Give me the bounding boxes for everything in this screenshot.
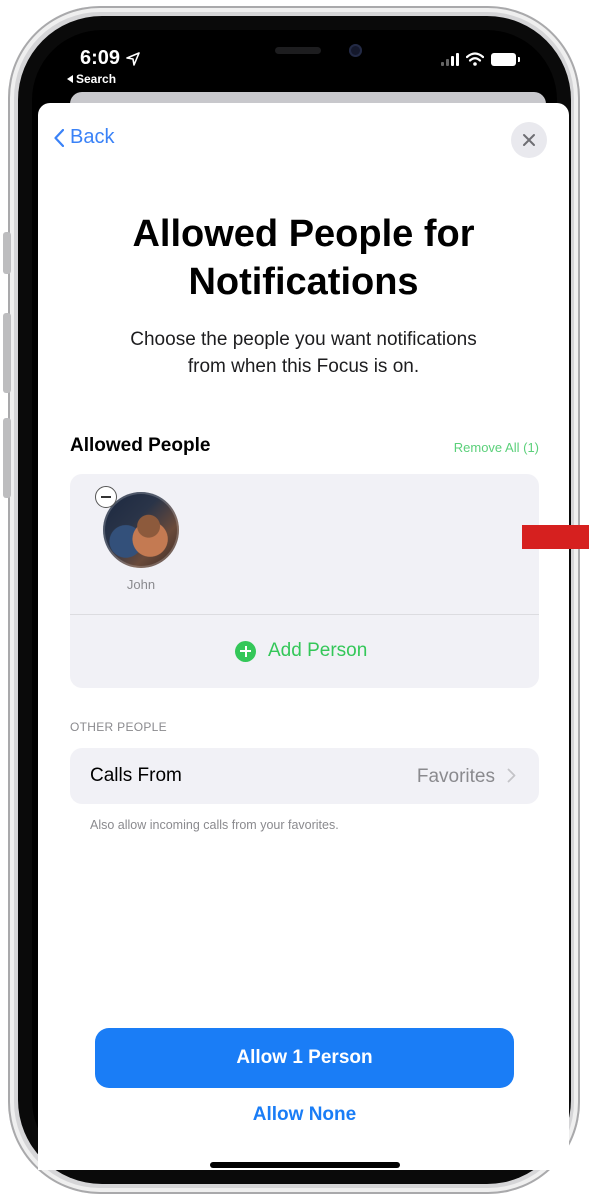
remove-person-button[interactable] <box>95 486 117 508</box>
annotation-marker <box>522 525 589 549</box>
chevron-right-icon <box>507 768 516 783</box>
home-indicator[interactable] <box>210 1162 400 1168</box>
battery-icon <box>491 52 520 66</box>
calls-from-value: Favorites <box>416 766 495 787</box>
location-arrow-icon <box>126 51 140 66</box>
page-subtitle: Choose the people you want notifications… <box>88 326 519 380</box>
allow-people-button[interactable]: Allow 1 Person <box>95 1028 514 1088</box>
side-button <box>3 418 11 498</box>
chevron-left-icon <box>54 128 64 147</box>
back-triangle-icon <box>67 75 73 83</box>
page-title-line: Notifications <box>188 261 419 303</box>
speaker-grille <box>275 47 321 54</box>
calls-from-label: Calls From <box>90 765 182 786</box>
side-button <box>3 232 11 274</box>
page-subtitle-line: from when this Focus is on. <box>187 356 420 377</box>
notch <box>237 36 385 68</box>
back-to-app-label: Search <box>76 72 117 86</box>
page-subtitle-line: Choose the people you want notifications <box>130 329 477 350</box>
status-icons <box>441 52 520 66</box>
minus-icon <box>101 496 111 498</box>
person-name: John <box>126 577 156 592</box>
front-camera <box>349 44 362 57</box>
page-title: Allowed People for Notifications <box>38 210 569 306</box>
wifi-icon <box>466 52 484 66</box>
close-button[interactable] <box>511 122 547 158</box>
status-time-text: 6:09 <box>80 47 121 69</box>
add-person-button[interactable]: Add Person <box>235 640 367 662</box>
status-time: 6:09 <box>80 47 140 70</box>
divider <box>70 614 539 615</box>
allowed-people-heading: Allowed People <box>70 435 211 456</box>
close-icon <box>523 134 535 146</box>
back-button[interactable]: Back <box>54 126 114 149</box>
back-to-app-link[interactable]: Search <box>67 72 116 86</box>
remove-all-button[interactable]: Remove All (1) <box>454 440 539 455</box>
page-title-line: Allowed People for <box>132 213 475 255</box>
add-person-label: Add Person <box>268 640 368 661</box>
plus-circle-icon <box>235 640 256 662</box>
side-button <box>3 313 11 393</box>
calls-from-note: Also allow incoming calls from your favo… <box>90 818 339 832</box>
allow-none-button[interactable]: Allow None <box>95 1104 514 1126</box>
other-people-heading: OTHER PEOPLE <box>70 720 167 734</box>
cellular-signal-icon <box>441 52 459 66</box>
back-button-label: Back <box>70 126 115 148</box>
